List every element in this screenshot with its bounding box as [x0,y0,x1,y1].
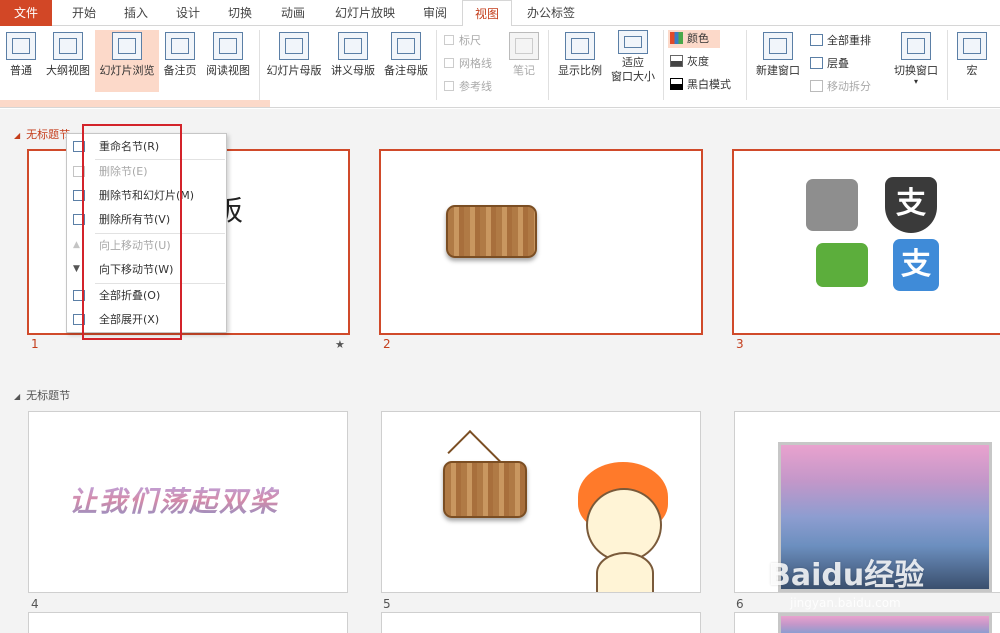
slide-thumbnail-4[interactable]: 让我们荡起双桨 [28,411,348,593]
color-icon [670,32,683,44]
hamster-face [586,488,662,562]
wechat-gray-icon [806,179,858,231]
switch-window-icon [901,32,931,60]
color-mode-button[interactable]: 颜色 [668,30,720,48]
section-header-1[interactable]: ◢ 无标题节 [14,126,70,142]
switch-window-button[interactable]: 切换窗口 ▾ [890,30,942,92]
arrange-all-icon [810,34,823,46]
group-separator [436,30,437,100]
collapse-triangle-icon: ◢ [14,131,21,140]
slide-thumbnail-7[interactable] [28,612,348,633]
word-art-text: 让我们荡起双桨 [69,480,279,520]
highlight-annotation-box [82,124,182,340]
view-normal-button[interactable]: 普通 [4,30,38,92]
zoom-button[interactable]: 显示比例 [554,30,606,92]
group-separator [259,30,260,100]
group-separator [548,30,549,100]
slide-number: 1 [31,337,39,351]
tab-animations[interactable]: 动画 [268,0,318,26]
grayscale-button[interactable]: 灰度 [668,53,709,71]
group-separator [746,30,747,100]
grayscale-icon [670,55,683,67]
handout-master-icon [338,32,368,60]
move-split-icon [810,80,823,92]
checkbox-icon [444,81,454,91]
alipay-blue-icon: 支 [893,239,939,291]
tab-file[interactable]: 文件 [0,0,52,26]
tab-slideshow[interactable]: 幻灯片放映 [322,0,408,26]
tab-view[interactable]: 视图 [462,0,512,27]
black-white-button[interactable]: 黑白模式 [668,76,731,94]
guides-checkbox[interactable]: 参考线 [444,78,492,94]
collapse-triangle-icon: ◢ [14,392,21,401]
slide-thumbnail-8[interactable] [381,612,701,633]
group-separator [947,30,948,100]
tab-office-tab[interactable]: 办公标签 [516,0,586,26]
group-separator [663,30,664,100]
macro-icon [957,32,987,60]
slide-number: 5 [383,597,391,611]
slide-master-icon [279,32,309,60]
view-notes-page-button[interactable]: 备注页 [161,30,199,92]
slide-thumbnail-5[interactable] [381,411,701,593]
hanging-wood-sign-image [443,461,527,518]
baidu-watermark: Baidu经验 [768,558,925,593]
notes-page-icon [165,32,195,60]
tab-home[interactable]: 开始 [60,0,108,26]
slide-sorter-icon [112,32,142,60]
view-reading-button[interactable]: 阅读视图 [202,30,254,92]
photo-image [778,613,992,633]
slide-master-button[interactable]: 幻灯片母版 [263,30,325,92]
tab-review[interactable]: 审阅 [412,0,458,26]
wechat-green-icon [816,243,868,287]
cascade-button[interactable]: 层叠 [810,55,849,71]
hamster-body [596,552,654,592]
notes-button[interactable]: 笔记 [506,30,542,92]
notes-icon [509,32,539,60]
view-slide-sorter-button[interactable]: 幻灯片浏览 [95,30,159,92]
handout-master-button[interactable]: 讲义母版 [327,30,379,92]
normal-view-icon [6,32,36,60]
baidu-watermark-url: jingyan.baidu.com [790,596,901,610]
new-window-icon [763,32,793,60]
notes-master-icon [391,32,421,60]
slide-thumbnail-9[interactable] [734,612,1000,633]
slide-number: 6 [736,597,744,611]
checkbox-icon [444,35,454,45]
arrange-all-button[interactable]: 全部重排 [810,32,871,48]
notes-master-button[interactable]: 备注母版 [380,30,432,92]
slide-thumbnail-2[interactable] [379,149,703,335]
slide-number: 4 [31,597,39,611]
new-window-button[interactable]: 新建窗口 [752,30,804,92]
move-split-button[interactable]: 移动拆分 [810,78,871,94]
slide-number: 3 [736,337,744,351]
outline-view-icon [53,32,83,60]
slide-number: 2 [383,337,391,351]
black-white-icon [670,78,683,90]
ribbon-tab-bar: 文件 开始 插入 设计 切换 动画 幻灯片放映 审阅 视图 办公标签 [0,0,1000,27]
tab-insert[interactable]: 插入 [112,0,160,26]
fit-to-window-button[interactable]: 适应 窗口大小 [607,28,659,90]
wood-sign-image [446,205,537,258]
fit-window-icon [618,30,648,54]
group-selection-bar [0,100,270,107]
ribbon: 普通 大纲视图 幻灯片浏览 备注页 阅读视图 幻灯片母版 讲义母版 备注母版 标… [0,26,1000,108]
slide-thumbnail-3[interactable]: 支 支 [732,149,1000,335]
view-outline-button[interactable]: 大纲视图 [42,30,94,92]
tab-design[interactable]: 设计 [164,0,212,26]
ruler-checkbox[interactable]: 标尺 [444,32,481,48]
dropdown-arrow-icon: ▾ [913,77,918,86]
magnifier-icon [565,32,595,60]
checkbox-icon [444,58,454,68]
section-header-2[interactable]: ◢ 无标题节 [14,387,70,403]
alipay-shield-icon: 支 [885,177,937,233]
cascade-icon [810,57,823,69]
animation-star-icon: ★ [335,338,345,351]
macros-button[interactable]: 宏 [954,30,990,92]
reading-view-icon [213,32,243,60]
gridlines-checkbox[interactable]: 网格线 [444,55,492,71]
tab-transitions[interactable]: 切换 [216,0,264,26]
